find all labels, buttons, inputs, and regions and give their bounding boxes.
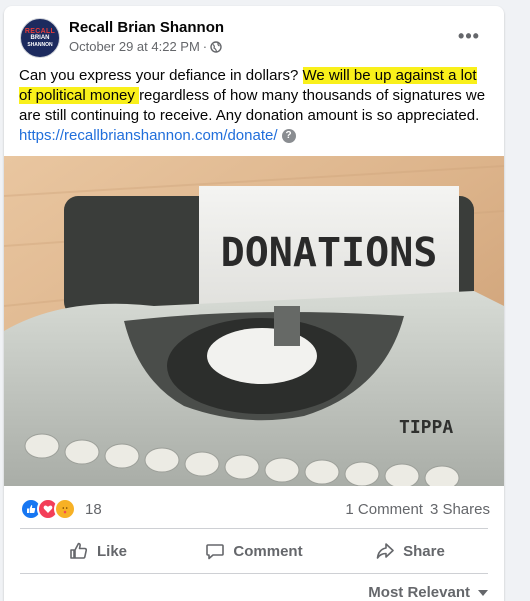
like-button[interactable]: Like <box>20 534 176 568</box>
meta-separator: · <box>202 39 208 54</box>
question-icon[interactable]: ? <box>281 129 296 144</box>
post-meta: October 29 at 4:22 PM · <box>69 39 222 54</box>
reaction-icons[interactable] <box>20 498 76 520</box>
like-label: Like <box>96 542 127 560</box>
globe-icon <box>210 40 222 53</box>
comment-button[interactable]: Comment <box>176 534 332 568</box>
share-arrow-icon <box>376 543 394 559</box>
reaction-summary: 18 1 Comment 3 Shares <box>20 496 490 522</box>
post-photo[interactable]: DONATIONS TIPPA <box>4 156 504 486</box>
share-count[interactable]: 3 Shares <box>430 501 490 518</box>
divider <box>20 528 488 529</box>
photo-brand-text: TIPPA <box>399 417 453 438</box>
action-bar: Like Comment Share <box>20 534 488 568</box>
post-body: Can you express your defiance in dollars… <box>19 66 489 146</box>
comment-count[interactable]: 1 Comment <box>345 501 423 518</box>
share-label: Share <box>403 542 445 560</box>
avatar-line-2: BRIAN <box>30 35 50 41</box>
avatar-line-3: SHANNON <box>27 42 53 48</box>
donate-link[interactable]: https://recallbrianshannon.com/donate/ <box>19 127 278 144</box>
engagement-counts: 1 Comment 3 Shares <box>345 501 490 518</box>
comment-sort-dropdown[interactable]: Most Relevant <box>368 584 488 601</box>
divider <box>20 573 488 574</box>
page-name-link[interactable]: Recall Brian Shannon <box>69 19 224 36</box>
more-options-icon[interactable]: ••• <box>454 26 484 46</box>
post-timestamp[interactable]: October 29 at 4:22 PM <box>69 39 200 54</box>
avatar-line-1: RECALL <box>24 28 56 35</box>
photo-donations-text: DONATIONS <box>221 230 438 276</box>
post-header: RECALL BRIAN SHANNON Recall Brian Shanno… <box>4 6 504 68</box>
post-text-intro: Can you express your defiance in dollars… <box>19 67 303 84</box>
comment-label: Comment <box>233 542 303 560</box>
avatar[interactable]: RECALL BRIAN SHANNON <box>20 18 60 58</box>
comment-bubble-icon <box>206 544 225 560</box>
thumbs-up-icon <box>70 542 88 559</box>
care-icon <box>54 498 76 520</box>
reaction-count[interactable]: 18 <box>85 501 102 518</box>
share-button[interactable]: Share <box>332 534 488 568</box>
sort-label: Most Relevant <box>368 584 470 601</box>
post-card: RECALL BRIAN SHANNON Recall Brian Shanno… <box>4 6 504 601</box>
caret-down-icon <box>478 589 488 596</box>
